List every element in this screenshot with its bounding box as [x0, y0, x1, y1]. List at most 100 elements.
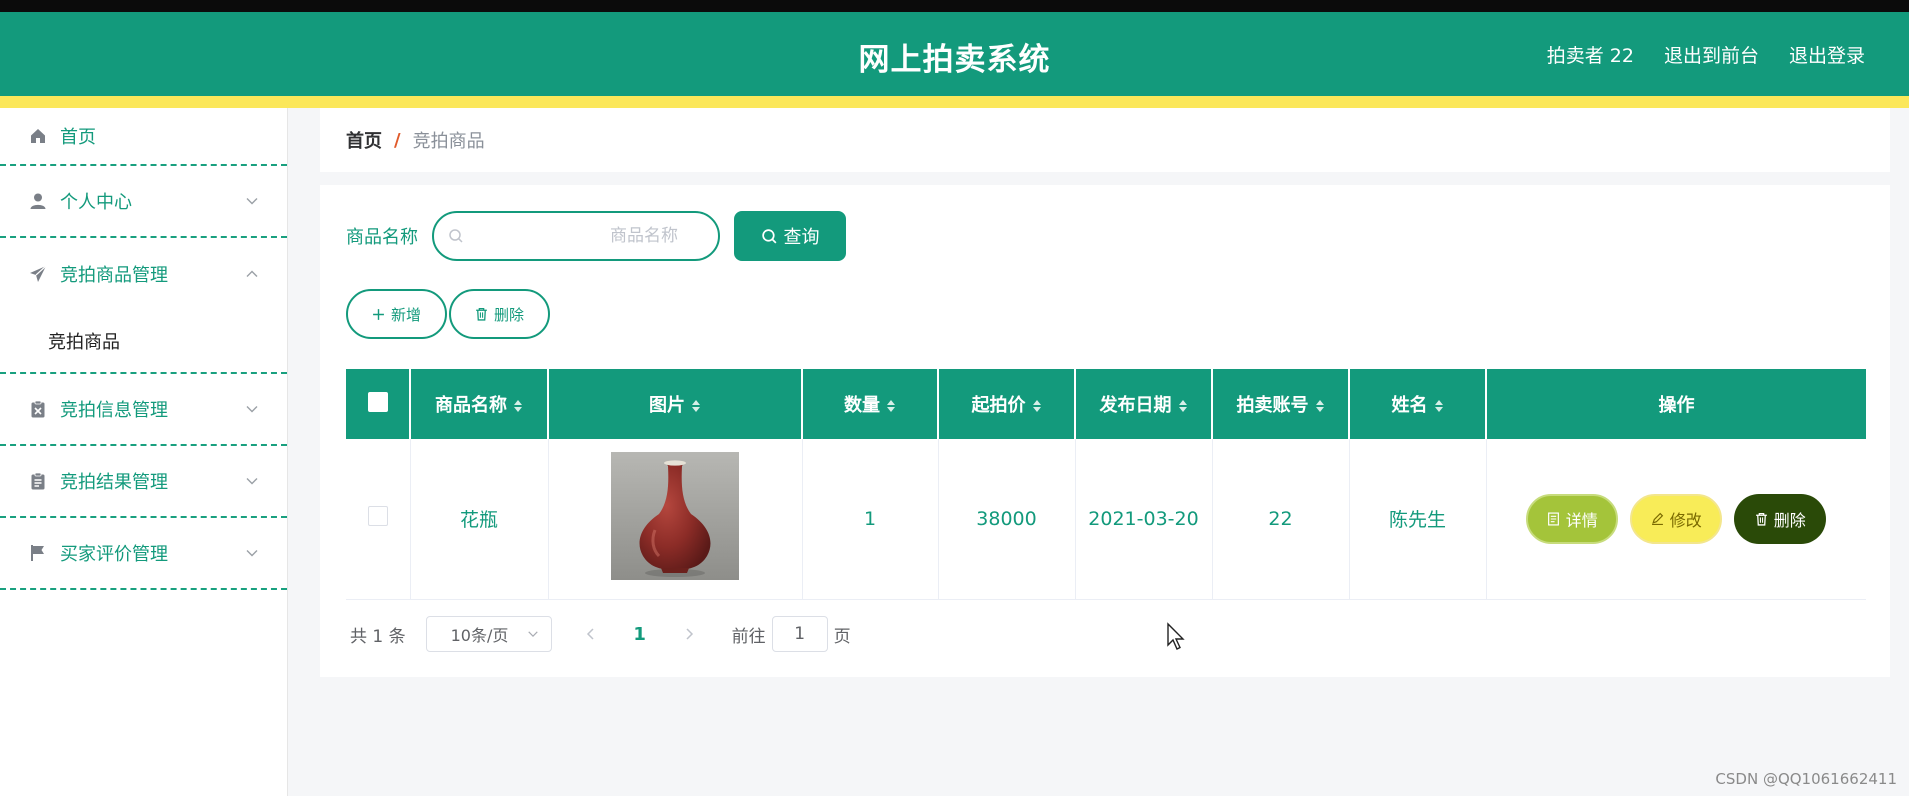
- breadcrumb-current: 竞拍商品: [412, 131, 485, 152]
- delete-button-label: 删除: [1773, 512, 1806, 530]
- page-size-select[interactable]: 10条/页: [425, 616, 552, 652]
- col-header-image[interactable]: 图片: [548, 369, 803, 439]
- detail-button-label: 详情: [1565, 512, 1598, 530]
- sidebar-item-label: 竞拍结果管理: [60, 472, 168, 493]
- col-header-quantity[interactable]: 数量: [802, 369, 939, 439]
- goods-table: 商品名称 图片 数量 起拍价 发布日期 拍卖账号 姓名 操作 花瓶 1 3800…: [346, 369, 1866, 600]
- pencil-icon: [1651, 513, 1663, 526]
- search-label: 商品名称: [346, 227, 418, 248]
- breadcrumb-separator: /: [394, 129, 401, 151]
- col-header-label: 商品名称: [435, 395, 507, 416]
- user-icon: [28, 191, 48, 211]
- clipboard-icon: [28, 471, 48, 491]
- col-header-account[interactable]: 拍卖账号: [1212, 369, 1350, 439]
- content-panel: 商品名称 查询 新增 删除 商品名称 图片 数量 起拍价 发布日: [320, 185, 1890, 677]
- window-top-strip: [0, 0, 1909, 12]
- col-header-label: 姓名: [1391, 395, 1428, 416]
- sidebar-subitem-auction-goods[interactable]: 竞拍商品: [0, 310, 287, 374]
- add-button[interactable]: 新增: [346, 289, 448, 339]
- row-select-cell: [346, 439, 411, 600]
- goto-unit-label: 页: [833, 626, 851, 647]
- cell-date: 2021-03-20: [1075, 439, 1213, 600]
- prev-page-button[interactable]: [576, 627, 606, 641]
- breadcrumb: 首页 / 竞拍商品: [320, 108, 1890, 172]
- toolbar: 新增 删除: [346, 289, 551, 339]
- query-button[interactable]: 查询: [734, 211, 846, 261]
- breadcrumb-home[interactable]: 首页: [346, 127, 382, 153]
- vase-thumbnail[interactable]: [611, 452, 739, 581]
- delete-button[interactable]: 删除: [1734, 493, 1827, 544]
- exit-to-front-link[interactable]: 退出到前台: [1664, 41, 1759, 68]
- home-icon: [28, 126, 48, 146]
- cell-quantity: 1: [802, 439, 939, 600]
- next-page-button[interactable]: [674, 627, 704, 641]
- col-header-label: 起拍价: [971, 395, 1026, 416]
- table-header-row: 商品名称 图片 数量 起拍价 发布日期 拍卖账号 姓名 操作: [346, 369, 1866, 439]
- sidebar-item-auction-result-mgmt[interactable]: 竞拍结果管理: [0, 446, 287, 518]
- sort-icon: [692, 400, 700, 412]
- col-header-label: 发布日期: [1099, 395, 1172, 416]
- col-header-start-price[interactable]: 起拍价: [938, 369, 1076, 439]
- search-bar: 商品名称 查询: [346, 211, 846, 261]
- sort-icon: [1315, 400, 1324, 412]
- plus-icon: [373, 308, 384, 320]
- mouse-cursor-icon: [1167, 622, 1185, 650]
- col-header-name[interactable]: 商品名称: [410, 369, 549, 439]
- current-user: 拍卖者 22: [1546, 45, 1634, 67]
- logout-link[interactable]: 退出登录: [1789, 41, 1865, 68]
- sort-icon: [1032, 400, 1041, 412]
- goto-page-input[interactable]: [771, 616, 828, 652]
- chevron-right-icon: [686, 628, 693, 640]
- search-icon: [449, 229, 463, 243]
- chevron-down-icon: [246, 406, 258, 413]
- chevron-down-icon: [527, 631, 538, 637]
- select-all-cell: [346, 369, 411, 439]
- sidebar: 首页 个人中心 竞拍商品管理 竞拍商品 竞拍信息管理 竞拍结果管理 买家评价管理: [0, 108, 288, 796]
- sort-icon: [887, 400, 895, 412]
- batch-delete-button-label: 删除: [494, 306, 525, 324]
- clipboard-x-icon: [28, 399, 48, 419]
- page-number-current[interactable]: 1: [630, 624, 650, 645]
- chevron-left-icon: [586, 628, 594, 640]
- sidebar-item-label: 竞拍信息管理: [60, 400, 168, 421]
- chevron-down-icon: [246, 478, 258, 485]
- sidebar-item-label: 竞拍商品管理: [60, 265, 168, 286]
- cell-account: 22: [1212, 439, 1350, 600]
- trash-icon: [476, 307, 487, 321]
- chevron-down-icon: [246, 550, 258, 557]
- app-header: 网上拍卖系统 拍卖者 22 退出到前台 退出登录: [0, 12, 1909, 96]
- cell-name: 花瓶: [410, 439, 549, 600]
- col-header-person[interactable]: 姓名: [1349, 369, 1487, 439]
- edit-button[interactable]: 修改: [1630, 493, 1723, 544]
- sidebar-item-buyer-review-mgmt[interactable]: 买家评价管理: [0, 518, 287, 590]
- select-all-checkbox[interactable]: [367, 391, 388, 412]
- cell-start-price: 38000: [938, 439, 1076, 600]
- search-input[interactable]: [450, 213, 702, 259]
- trash-icon: [1755, 512, 1767, 526]
- cell-actions: 详情 修改 删除: [1486, 439, 1867, 600]
- header-actions: 拍卖者 22 退出到前台 退出登录: [1547, 41, 1865, 68]
- document-icon: [1547, 512, 1559, 526]
- row-actions: 详情 修改 删除: [1487, 493, 1867, 544]
- row-checkbox[interactable]: [367, 506, 388, 527]
- sidebar-item-personal-center[interactable]: 个人中心: [0, 166, 287, 238]
- search-icon: [761, 228, 776, 243]
- sidebar-item-auction-goods-mgmt[interactable]: 竞拍商品管理: [0, 238, 287, 310]
- chevron-up-icon: [246, 270, 258, 277]
- pagination-total: 共 1 条: [350, 626, 406, 647]
- batch-delete-button[interactable]: 删除: [449, 289, 551, 339]
- sort-icon: [514, 400, 522, 412]
- edit-button-label: 修改: [1669, 512, 1702, 530]
- sidebar-item-label: 首页: [60, 127, 96, 148]
- sidebar-subitem-label: 竞拍商品: [48, 332, 120, 353]
- detail-button[interactable]: 详情: [1526, 493, 1619, 544]
- col-header-date[interactable]: 发布日期: [1075, 369, 1213, 439]
- sidebar-item-home[interactable]: 首页: [0, 108, 287, 166]
- col-header-label: 图片: [649, 395, 685, 416]
- query-button-label: 查询: [783, 227, 820, 247]
- table-row: 花瓶 1 38000 2021-03-20 22 陈先生 详情 修改 删除: [346, 439, 1867, 600]
- watermark: CSDN @QQ1061662411: [1715, 770, 1897, 788]
- search-field: [432, 211, 720, 261]
- sidebar-item-auction-info-mgmt[interactable]: 竞拍信息管理: [0, 374, 287, 446]
- send-icon: [28, 264, 48, 284]
